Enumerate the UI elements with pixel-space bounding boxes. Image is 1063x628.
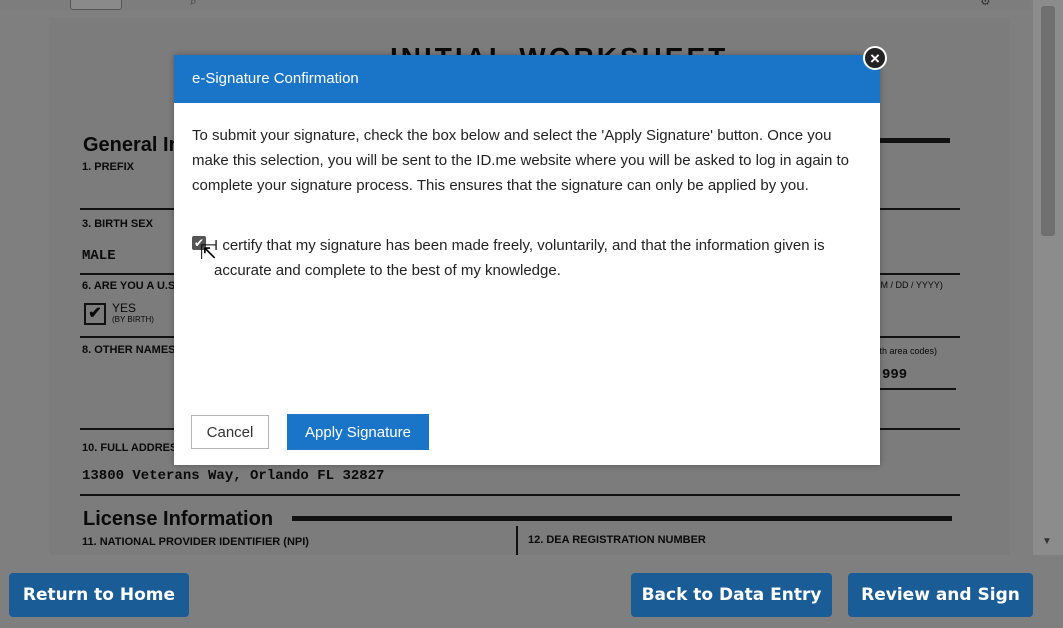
settings-icon[interactable]: ⚙ xyxy=(980,0,991,8)
address-value: 13800 Veterans Way, Orlando FL 32827 xyxy=(82,468,385,484)
other-names-label: 8. OTHER NAMES xyxy=(82,344,176,356)
address-label: 10. FULL ADDRESS xyxy=(82,442,185,454)
prefix-label: 1. PREFIX xyxy=(82,161,134,173)
search-icon[interactable]: ⌕ xyxy=(190,0,197,9)
divider xyxy=(516,526,518,555)
viewer-toolbar: ⌕ ⚙ xyxy=(0,0,1030,10)
divider xyxy=(292,516,952,521)
certify-text: I certify that my signature has been mad… xyxy=(214,237,825,279)
review-sign-button[interactable]: Review and Sign xyxy=(848,573,1033,617)
mouse-pointer-icon: ⇱ xyxy=(200,242,217,264)
scrollbar-thumb[interactable] xyxy=(1041,6,1055,236)
back-data-entry-button[interactable]: Back to Data Entry xyxy=(631,573,832,617)
citizen-yes-sublabel: (BY BIRTH) xyxy=(112,315,154,324)
birth-sex-label: 3. BIRTH SEX xyxy=(82,218,153,230)
divider xyxy=(80,494,960,496)
modal-body-text: To submit your signature, check the box … xyxy=(192,127,850,194)
scroll-down-icon[interactable]: ▼ xyxy=(1042,536,1052,547)
dob-format-hint: (MM / DD / YYYY) xyxy=(870,280,943,290)
esignature-modal: e-Signature Confirmation To submit your … xyxy=(174,55,880,465)
cancel-button[interactable]: Cancel xyxy=(191,415,269,449)
close-icon[interactable]: × xyxy=(863,46,887,70)
divider xyxy=(880,138,950,143)
return-home-button[interactable]: Return to Home xyxy=(9,573,189,617)
citizen-yes-checkbox: ✔ xyxy=(84,303,106,325)
citizen-yes-label: YES xyxy=(112,301,137,315)
page-number-input[interactable] xyxy=(70,0,122,10)
modal-header: e-Signature Confirmation xyxy=(174,55,880,103)
section-license-heading: License Information xyxy=(83,508,274,530)
certify-row[interactable]: ✔ I certify that my signature has been m… xyxy=(192,233,872,283)
apply-signature-button[interactable]: Apply Signature xyxy=(287,414,429,450)
npi-label: 11. NATIONAL PROVIDER IDENTIFIER (NPI) xyxy=(82,536,309,548)
phone-value: 999 xyxy=(882,367,908,383)
dea-label: 12. DEA REGISTRATION NUMBER xyxy=(528,534,706,546)
modal-title: e-Signature Confirmation xyxy=(192,70,359,87)
birth-sex-value: MALE xyxy=(82,248,116,264)
divider xyxy=(880,388,956,390)
footer-bar: Return to Home Back to Data Entry Review… xyxy=(0,555,1063,628)
vertical-scrollbar[interactable]: ▼ xyxy=(1033,0,1063,555)
